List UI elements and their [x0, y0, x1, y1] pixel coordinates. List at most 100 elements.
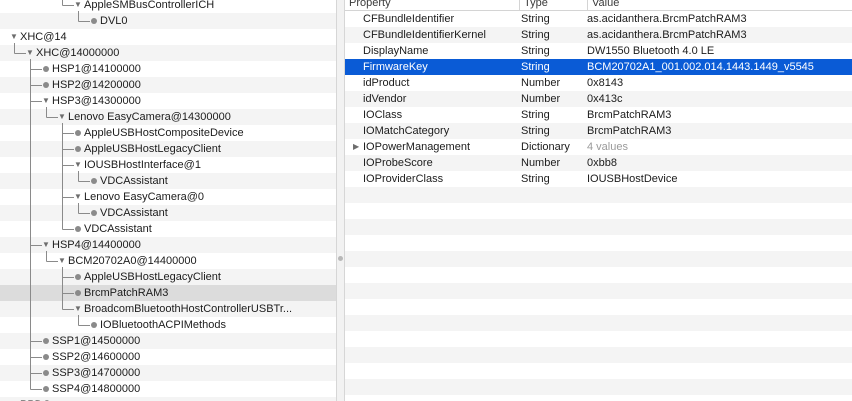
property-key: IOProviderClass — [363, 173, 444, 185]
property-row[interactable]: IOProviderClass String IOUSBHostDevice — [345, 171, 852, 187]
disclosure-triangle-collapsed-icon[interactable]: ▶ — [353, 139, 359, 155]
empty-property-row — [345, 363, 852, 379]
tree-node[interactable]: SSP2@14600000 — [0, 349, 336, 365]
property-key: CFBundleIdentifierKernel — [363, 29, 486, 41]
property-key: idVendor — [363, 93, 407, 105]
property-key: IOClass — [363, 109, 403, 121]
leaf-node-dot-icon — [91, 322, 97, 328]
tree-node[interactable]: ▼ Lenovo EasyCamera@14300000 — [0, 109, 336, 125]
tree-node[interactable]: ▼ BroadcomBluetoothHostControllerUSBTr... — [0, 301, 336, 317]
disclosure-triangle-expanded-icon[interactable]: ▼ — [73, 189, 83, 205]
property-row[interactable]: IOMatchCategory String BrcmPatchRAM3 — [345, 123, 852, 139]
tree-node[interactable]: ▼ Lenovo EasyCamera@0 — [0, 189, 336, 205]
tree-node-label: PPDC — [20, 397, 51, 401]
property-value[interactable]: 0x8143 — [587, 75, 849, 91]
tree-node[interactable]: ▼ AppleSMBusControllerICH — [0, 0, 336, 13]
tree-node[interactable]: AppleUSBHostCompositeDevice — [0, 125, 336, 141]
property-value[interactable]: 4 values — [587, 139, 849, 155]
tree-node[interactable]: ▼ BCM20702A0@14400000 — [0, 253, 336, 269]
tree-node-label: BrcmPatchRAM3 — [84, 287, 169, 299]
tree-node[interactable]: ▼ IOUSBHostInterface@1 — [0, 157, 336, 173]
registry-tree-pane[interactable]: ▼ AppleSMBusControllerICH DVL0 ▼ XHC@14 ▼ XHC@… — [0, 0, 336, 401]
tree-node[interactable]: VDCAssistant — [0, 205, 336, 221]
leaf-node-dot-icon — [75, 226, 81, 232]
property-value[interactable]: as.acidanthera.BrcmPatchRAM3 — [587, 11, 849, 27]
property-value[interactable]: BrcmPatchRAM3 — [587, 107, 849, 123]
property-value[interactable]: 0x413c — [587, 91, 849, 107]
property-value[interactable]: as.acidanthera.BrcmPatchRAM3 — [587, 27, 849, 43]
tree-node-label: AppleUSBHostLegacyClient — [84, 271, 221, 283]
property-row[interactable]: idProduct Number 0x8143 — [345, 75, 852, 91]
empty-property-row — [345, 235, 852, 251]
property-type: Dictionary — [521, 141, 570, 153]
pane-splitter[interactable] — [336, 0, 345, 401]
property-type: String — [521, 61, 550, 73]
splitter-handle-icon[interactable] — [338, 256, 343, 261]
tree-node[interactable]: VDCAssistant — [0, 221, 336, 237]
disclosure-triangle-expanded-icon[interactable]: ▼ — [41, 93, 51, 109]
property-key: IOPowerManagement — [363, 141, 470, 153]
column-header-property[interactable]: Property — [345, 0, 519, 10]
tree-node[interactable]: SSP3@14700000 — [0, 365, 336, 381]
leaf-node-dot-icon — [43, 354, 49, 360]
tree-node[interactable]: HSP2@14200000 — [0, 77, 336, 93]
property-type: Number — [521, 77, 561, 89]
property-row[interactable]: idVendor Number 0x413c — [345, 91, 852, 107]
disclosure-triangle-expanded-icon[interactable]: ▼ — [73, 301, 83, 317]
properties-pane[interactable]: Property Type Value CFBundleIdentifier St… — [345, 0, 852, 401]
tree-node[interactable]: PPDC — [0, 397, 336, 401]
empty-property-row — [345, 299, 852, 315]
tree-node-label: AppleUSBHostLegacyClient — [84, 143, 221, 155]
property-row[interactable]: DisplayName String DW1550 Bluetooth 4.0 LE — [345, 43, 852, 59]
tree-node[interactable]: SSP4@14800000 — [0, 381, 336, 397]
disclosure-triangle-expanded-icon[interactable]: ▼ — [41, 237, 51, 253]
property-row[interactable]: FirmwareKey String BCM20702A1_001.002.014.… — [345, 59, 852, 75]
column-header-type[interactable]: Type — [519, 0, 587, 10]
tree-node[interactable]: ▼ XHC@14 — [0, 29, 336, 45]
empty-property-row — [345, 395, 852, 401]
leaf-node-dot-icon — [91, 210, 97, 216]
tree-node[interactable]: VDCAssistant — [0, 173, 336, 189]
property-value[interactable]: IOUSBHostDevice — [587, 171, 849, 187]
tree-node[interactable]: AppleUSBHostLegacyClient — [0, 269, 336, 285]
tree-node[interactable]: IOBluetoothACPIMethods — [0, 317, 336, 333]
column-header-value[interactable]: Value — [587, 0, 852, 10]
property-value[interactable]: BrcmPatchRAM3 — [587, 123, 849, 139]
property-value[interactable]: BCM20702A1_001.002.014.1443.1449_v5545 — [587, 59, 849, 75]
disclosure-triangle-expanded-icon[interactable]: ▼ — [73, 0, 83, 13]
tree-node-label: SSP3@14700000 — [52, 367, 141, 379]
property-key: FirmwareKey — [363, 61, 428, 73]
tree-node[interactable]: ▼ XHC@14000000 — [0, 45, 336, 61]
disclosure-triangle-expanded-icon[interactable]: ▼ — [57, 109, 67, 125]
tree-node[interactable]: ▼ HSP4@14400000 — [0, 237, 336, 253]
leaf-node-dot-icon — [75, 274, 81, 280]
property-type: String — [521, 109, 550, 121]
leaf-node-dot-icon — [75, 290, 81, 296]
tree-node-label: AppleUSBHostCompositeDevice — [84, 127, 244, 139]
property-row[interactable]: CFBundleIdentifier String as.acidanthera.B… — [345, 11, 852, 27]
tree-node[interactable]: SSP1@14500000 — [0, 333, 336, 349]
disclosure-triangle-expanded-icon[interactable]: ▼ — [9, 29, 19, 45]
disclosure-triangle-expanded-icon[interactable]: ▼ — [57, 253, 67, 269]
tree-node[interactable]: BrcmPatchRAM3 — [0, 285, 336, 301]
disclosure-triangle-expanded-icon[interactable]: ▼ — [73, 157, 83, 173]
tree-node[interactable]: HSP1@14100000 — [0, 61, 336, 77]
tree-node-label: SSP1@14500000 — [52, 335, 141, 347]
tree-node[interactable]: AppleUSBHostLegacyClient — [0, 141, 336, 157]
property-row[interactable]: ▶ IOPowerManagement Dictionary 4 values — [345, 139, 852, 155]
property-row[interactable]: CFBundleIdentifierKernel String as.acidant… — [345, 27, 852, 43]
disclosure-triangle-expanded-icon[interactable]: ▼ — [25, 45, 35, 61]
tree-node[interactable]: DVL0 — [0, 13, 336, 29]
property-type: String — [521, 125, 550, 137]
property-key: DisplayName — [363, 45, 429, 57]
property-value[interactable]: DW1550 Bluetooth 4.0 LE — [587, 43, 849, 59]
property-row[interactable]: IOClass String BrcmPatchRAM3 — [345, 107, 852, 123]
property-value[interactable]: 0xbb8 — [587, 155, 849, 171]
tree-node-label: HSP4@14400000 — [52, 239, 141, 251]
property-row[interactable]: IOProbeScore Number 0xbb8 — [345, 155, 852, 171]
tree-node-label: HSP3@14300000 — [52, 95, 141, 107]
property-type: String — [521, 13, 550, 25]
tree-node-label: AppleSMBusControllerICH — [84, 0, 215, 11]
tree-node[interactable]: ▼ HSP3@14300000 — [0, 93, 336, 109]
empty-property-row — [345, 379, 852, 395]
